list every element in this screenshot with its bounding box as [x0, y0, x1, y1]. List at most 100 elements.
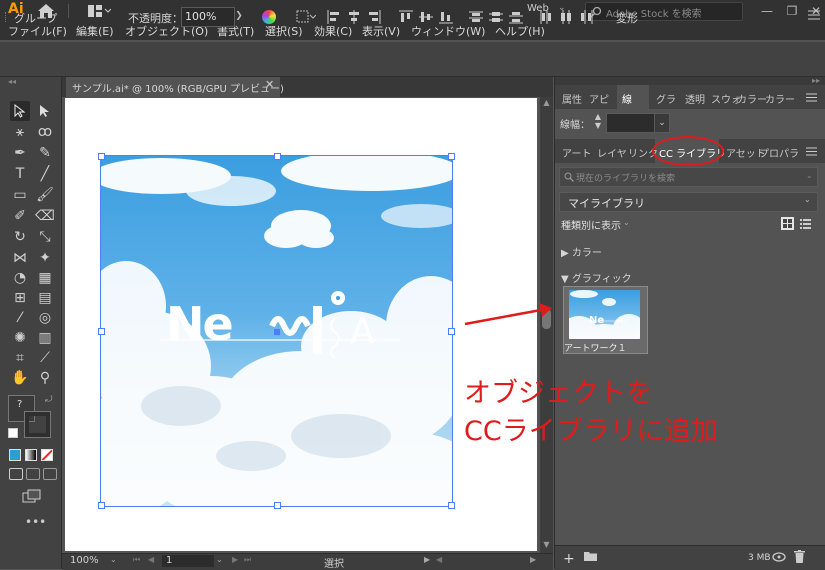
draw-behind-icon[interactable] — [26, 468, 40, 480]
tab-color[interactable]: カラー — [737, 91, 767, 106]
gradient-tool-icon[interactable]: ▤ — [35, 288, 55, 308]
type-tool-icon[interactable]: T — [10, 164, 30, 184]
tab-stroke[interactable]: 線 — [622, 91, 632, 106]
resize-handle[interactable] — [98, 328, 105, 335]
stroke-weight-spinner[interactable]: ▲ ▼ — [592, 112, 604, 132]
resize-handle[interactable] — [98, 153, 105, 160]
shape-builder-tool-icon[interactable]: ◔ — [10, 268, 30, 288]
chevron-down-icon[interactable]: ⌄ — [804, 195, 811, 204]
menu-window[interactable]: ウィンドウ(W) — [411, 23, 485, 39]
first-artboard-icon[interactable]: ⏮ — [133, 555, 140, 565]
collapse-icon[interactable]: ◂◂ — [8, 77, 16, 86]
menu-help[interactable]: ヘルプ(H) — [495, 23, 545, 39]
resize-handle[interactable] — [98, 502, 105, 509]
distribute-bottom-icon[interactable] — [508, 9, 524, 25]
opacity-label[interactable]: 不透明度： — [128, 10, 183, 26]
opacity-field[interactable]: 100% — [181, 7, 235, 27]
last-artboard-icon[interactable]: ⏭ — [244, 555, 251, 565]
zoom-tool-icon[interactable]: ⚲ — [35, 368, 55, 388]
column-graph-tool-icon[interactable]: ▥ — [35, 328, 55, 348]
tab-gradient[interactable]: グラ — [656, 91, 676, 106]
gradient-mode-icon[interactable] — [25, 449, 37, 461]
tab-layers[interactable]: レイヤ — [597, 145, 627, 160]
chevron-down-icon[interactable]: ⌄ — [806, 171, 813, 180]
distribute-center-icon[interactable] — [558, 9, 574, 25]
default-colors-icon[interactable] — [8, 428, 18, 438]
resize-handle[interactable] — [274, 502, 281, 509]
mesh-tool-icon[interactable]: ⊞ — [10, 288, 30, 308]
library-search-input[interactable]: 現在のライブラリを検索 — [559, 167, 818, 187]
sync-icon[interactable] — [772, 551, 786, 562]
distribute-left-icon[interactable] — [538, 9, 554, 25]
grid-view-icon[interactable] — [781, 217, 794, 230]
chevron-down-icon[interactable]: ⌄ — [654, 113, 670, 133]
tab-artboards[interactable]: アート — [562, 145, 591, 160]
zoom-level[interactable]: 100% — [70, 555, 99, 566]
add-content-icon[interactable]: + — [563, 551, 575, 567]
artboard-tool-icon[interactable]: ⌗ — [10, 348, 30, 368]
distribute-top-icon[interactable] — [468, 9, 484, 25]
chevron-down-icon[interactable]: ⌄ — [216, 555, 223, 564]
resize-handle[interactable] — [448, 328, 455, 335]
width-tool-icon[interactable]: ⋈ — [10, 248, 30, 268]
stroke-weight-field[interactable] — [606, 113, 656, 133]
swap-fill-stroke-icon[interactable]: ⤾ — [45, 395, 53, 405]
pen-tool-icon[interactable]: ✒ — [10, 143, 30, 163]
direct-selection-tool-icon[interactable] — [35, 101, 55, 121]
none-mode-icon[interactable] — [41, 449, 53, 461]
close-icon[interactable]: ✕ — [265, 78, 274, 91]
color-mode-icon[interactable] — [9, 449, 21, 461]
resize-handle[interactable] — [274, 153, 281, 160]
minimize-button[interactable]: — — [753, 0, 781, 22]
scroll-up-icon[interactable]: ▲ — [540, 98, 553, 107]
transform-button[interactable]: 変形 — [616, 10, 638, 26]
section-colors[interactable]: ▶ カラー — [561, 244, 602, 259]
panel-grip[interactable] — [5, 12, 8, 22]
menu-view[interactable]: 表示(V) — [362, 23, 400, 39]
stroke-swatch[interactable] — [24, 411, 51, 438]
tab-properties[interactable]: プロパラ — [759, 145, 799, 160]
menu-edit[interactable]: 編集(E) — [76, 23, 114, 39]
scroll-down-icon[interactable]: ▼ — [540, 540, 553, 549]
status-current-tool[interactable]: 選択 — [324, 555, 344, 570]
shaper-tool-icon[interactable]: ✐ — [10, 206, 30, 226]
status-menu-icon[interactable]: ▶ — [424, 555, 430, 564]
arrange-documents-icon[interactable] — [87, 4, 111, 18]
hand-tool-icon[interactable]: ✋ — [10, 368, 30, 388]
trash-icon[interactable] — [794, 550, 805, 563]
symbol-sprayer-tool-icon[interactable]: ✺ — [10, 328, 30, 348]
chevron-down-icon[interactable]: ⌄ — [623, 218, 630, 227]
tab-transparency[interactable]: 透明 — [685, 91, 705, 106]
scale-tool-icon[interactable]: ⤡ — [35, 227, 55, 247]
distribute-right-icon[interactable] — [578, 9, 594, 25]
screen-mode-icon[interactable] — [22, 489, 42, 503]
align-bottom-icon[interactable] — [438, 9, 454, 25]
more-tools-icon[interactable]: ••• — [25, 515, 46, 529]
curvature-tool-icon[interactable]: ✎ — [35, 143, 55, 163]
lasso-tool-icon[interactable]: ꝏ — [35, 122, 55, 142]
rectangle-tool-icon[interactable]: ▭ — [10, 185, 30, 205]
folder-icon[interactable] — [584, 551, 597, 561]
align-top-icon[interactable] — [398, 9, 414, 25]
eraser-tool-icon[interactable]: ⌫ — [35, 206, 55, 226]
resize-handle[interactable] — [448, 153, 455, 160]
chevron-right-icon[interactable]: ❯ — [233, 7, 245, 25]
scroll-left-icon[interactable]: ◀ — [436, 555, 442, 564]
tab-color-guide[interactable]: カラー — [765, 91, 795, 106]
line-segment-tool-icon[interactable]: ╱ — [35, 164, 55, 184]
align-center-icon[interactable] — [346, 9, 362, 25]
draw-inside-icon[interactable] — [43, 468, 57, 480]
magic-wand-tool-icon[interactable]: ⚹ — [10, 122, 30, 142]
chevron-down-icon[interactable]: ⌄ — [110, 555, 117, 564]
stock-search-input[interactable]: Adobe Stock を検索 — [585, 2, 743, 21]
library-item-thumbnail[interactable]: Ne A — [569, 290, 640, 339]
tab-appearance[interactable]: アピ — [589, 91, 609, 106]
align-right-icon[interactable] — [366, 9, 382, 25]
rotate-tool-icon[interactable]: ↻ — [10, 227, 30, 247]
distribute-middle-icon[interactable] — [488, 9, 504, 25]
align-left-icon[interactable] — [326, 9, 342, 25]
recolor-artwork-icon[interactable] — [262, 10, 276, 24]
artboard-number[interactable]: 1 — [166, 555, 172, 566]
menu-icon[interactable] — [808, 10, 820, 20]
list-view-icon[interactable] — [799, 217, 812, 230]
